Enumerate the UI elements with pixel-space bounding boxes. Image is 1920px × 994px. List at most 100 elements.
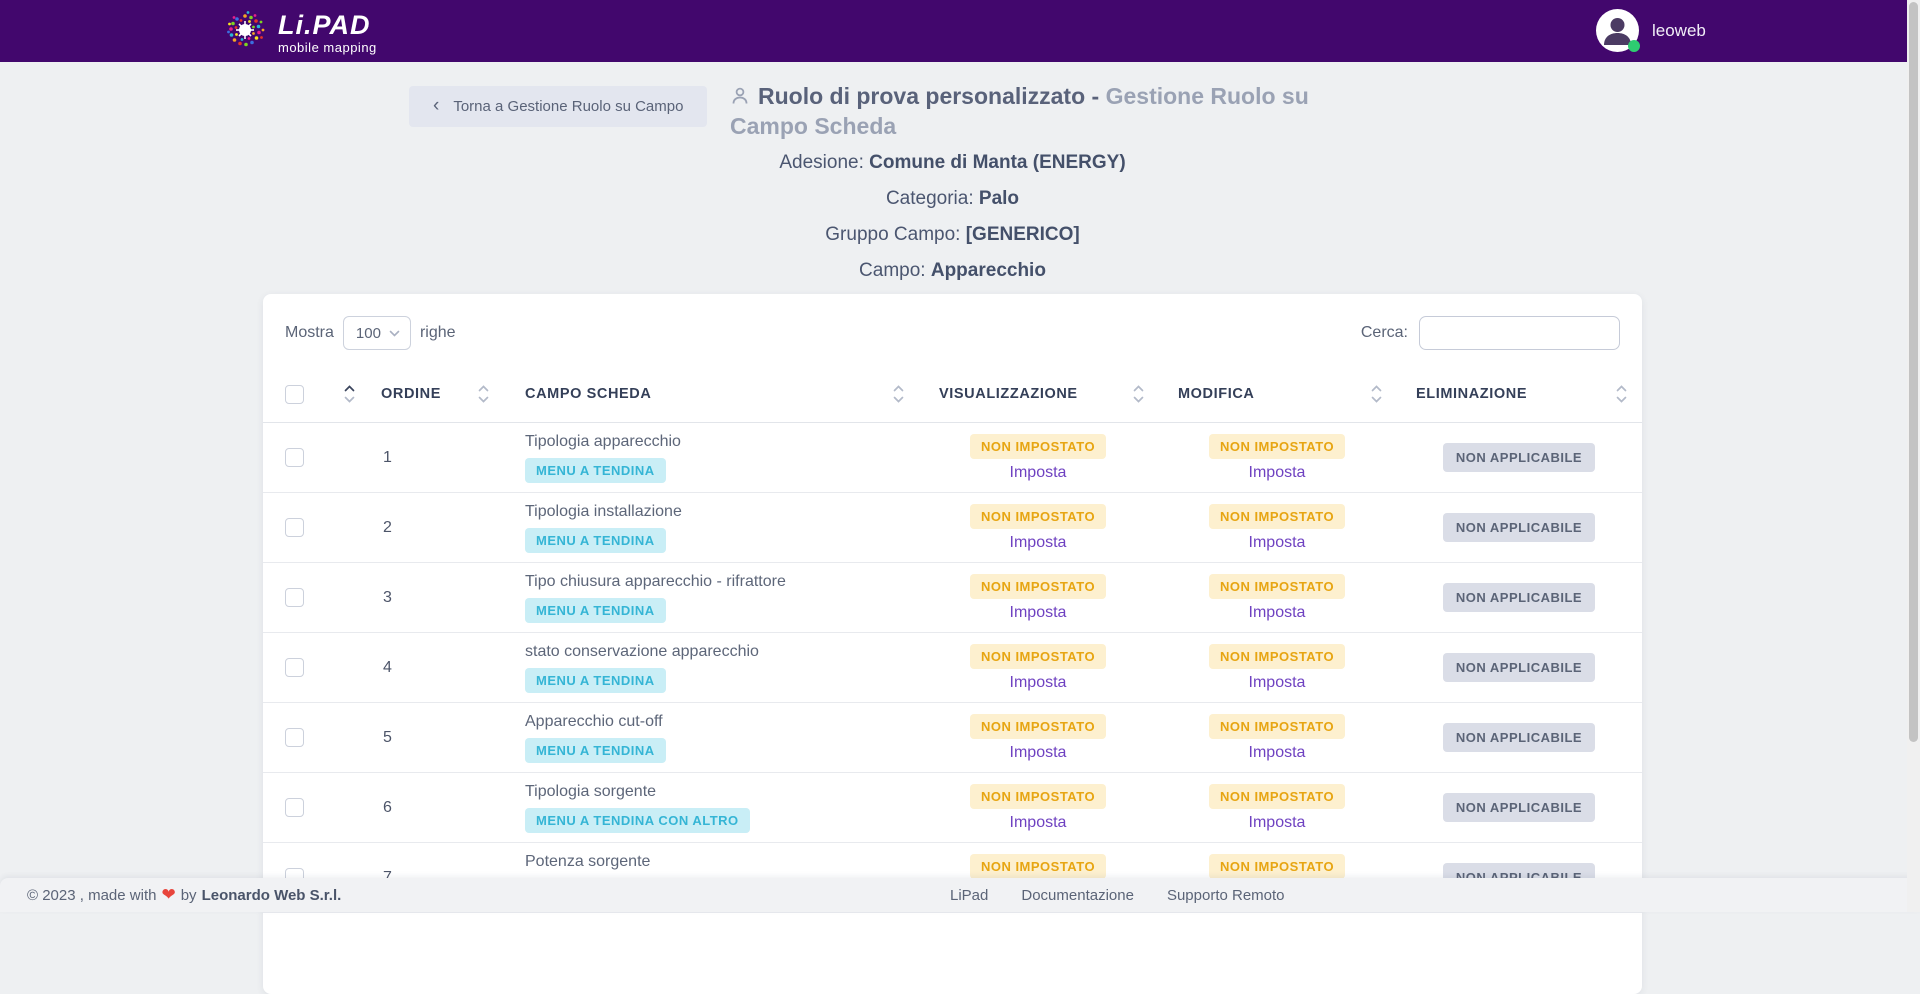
meta-adesione: Adesione: Comune di Manta (ENERGY) — [263, 152, 1642, 174]
sort-control[interactable] — [1371, 385, 1382, 403]
modifica-status-badge: NON IMPOSTATO — [1209, 854, 1345, 879]
search-control: Cerca: — [1361, 316, 1620, 350]
col-modifica[interactable]: MODIFICA — [1178, 386, 1255, 402]
sort-control[interactable] — [344, 385, 355, 403]
ordine-cell: 5 — [363, 703, 503, 773]
search-input[interactable] — [1419, 316, 1620, 350]
ordine-cell: 4 — [363, 633, 503, 703]
row-checkbox[interactable] — [285, 728, 304, 747]
campo-name: Tipologia sorgente — [525, 783, 918, 801]
visualizzazione-status-badge: NON IMPOSTATO — [970, 574, 1106, 599]
chevron-left-icon: ‹ — [433, 96, 439, 115]
footer-link-supporto-remoto[interactable]: Supporto Remoto — [1167, 887, 1285, 904]
visualizzazione-status-badge: NON IMPOSTATO — [970, 784, 1106, 809]
show-label: Mostra — [285, 324, 334, 342]
eliminazione-status-badge: NON APPLICABILE — [1443, 513, 1595, 542]
modifica-status-badge: NON IMPOSTATO — [1209, 574, 1345, 599]
imposta-link[interactable]: Imposta — [1249, 604, 1306, 622]
footer: © 2023 , made with ❤ by Leonardo Web S.r… — [0, 878, 1920, 912]
vertical-scrollbar[interactable] — [1907, 0, 1920, 912]
table-row: 4 stato conservazione apparecchio MENU A… — [263, 633, 1642, 703]
app-logo[interactable]: Li.PAD mobile mapping — [222, 7, 377, 59]
footer-copyright: © 2023 , made with ❤ by Leonardo Web S.r… — [27, 887, 341, 904]
page-size-control: Mostra 100 righe — [285, 316, 456, 350]
page-title: Ruolo di prova personalizzato - Gestione… — [730, 82, 1378, 140]
row-checkbox[interactable] — [285, 658, 304, 677]
row-checkbox[interactable] — [285, 588, 304, 607]
footer-company: Leonardo Web S.r.l. — [202, 887, 342, 904]
imposta-link[interactable]: Imposta — [1249, 814, 1306, 832]
logo-subtitle: mobile mapping — [278, 41, 377, 54]
col-campo-scheda[interactable]: CAMPO SCHEDA — [525, 386, 651, 402]
imposta-link[interactable]: Imposta — [1249, 534, 1306, 552]
table-row: 1 Tipologia apparecchio MENU A TENDINA N… — [263, 423, 1642, 493]
sort-control[interactable] — [1616, 385, 1627, 403]
eliminazione-status-badge: NON APPLICABILE — [1443, 443, 1595, 472]
row-checkbox[interactable] — [285, 798, 304, 817]
scrollbar-thumb[interactable] — [1909, 2, 1918, 742]
imposta-link[interactable]: Imposta — [1010, 604, 1067, 622]
footer-link-documentazione[interactable]: Documentazione — [1021, 887, 1134, 904]
page-title-strong: Ruolo di prova personalizzato - — [758, 83, 1099, 109]
campo-name: Potenza sorgente — [525, 853, 918, 871]
rows-label: righe — [420, 324, 456, 342]
logo-starburst-icon — [222, 7, 269, 59]
user-role-icon — [730, 84, 750, 112]
visualizzazione-status-badge: NON IMPOSTATO — [970, 854, 1106, 879]
modifica-status-badge: NON IMPOSTATO — [1209, 714, 1345, 739]
campo-tipo-badge: MENU A TENDINA — [525, 668, 666, 693]
imposta-link[interactable]: Imposta — [1249, 464, 1306, 482]
context-meta: Adesione: Comune di Manta (ENERGY) Categ… — [263, 152, 1642, 296]
user-menu[interactable]: leoweb — [1596, 9, 1706, 52]
back-button[interactable]: ‹ Torna a Gestione Ruolo su Campo — [409, 86, 707, 127]
visualizzazione-status-badge: NON IMPOSTATO — [970, 434, 1106, 459]
campo-name: Apparecchio cut-off — [525, 713, 918, 731]
row-checkbox[interactable] — [285, 448, 304, 467]
sort-desc-icon — [344, 396, 355, 403]
imposta-link[interactable]: Imposta — [1010, 534, 1067, 552]
col-visualizzazione[interactable]: VISUALIZZAZIONE — [939, 386, 1078, 402]
col-eliminazione[interactable]: ELIMINAZIONE — [1416, 386, 1527, 402]
select-all-checkbox[interactable] — [285, 385, 304, 404]
meta-categoria: Categoria: Palo — [263, 188, 1642, 210]
table-row: 2 Tipologia installazione MENU A TENDINA… — [263, 493, 1642, 563]
table-row: 6 Tipologia sorgente MENU A TENDINA CON … — [263, 773, 1642, 843]
eliminazione-status-badge: NON APPLICABILE — [1443, 723, 1595, 752]
visualizzazione-status-badge: NON IMPOSTATO — [970, 504, 1106, 529]
logo-title: Li.PAD — [278, 12, 377, 39]
page-size-select[interactable]: 100 — [343, 316, 411, 350]
imposta-link[interactable]: Imposta — [1249, 744, 1306, 762]
visualizzazione-status-badge: NON IMPOSTATO — [970, 714, 1106, 739]
modifica-status-badge: NON IMPOSTATO — [1209, 644, 1345, 669]
imposta-link[interactable]: Imposta — [1010, 744, 1067, 762]
campo-name: Tipo chiusura apparecchio - rifrattore — [525, 573, 918, 591]
ordine-cell: 2 — [363, 493, 503, 563]
campo-tipo-badge: MENU A TENDINA CON ALTRO — [525, 808, 750, 833]
footer-link-lipad[interactable]: LiPad — [950, 887, 988, 904]
sort-control[interactable] — [1133, 385, 1144, 403]
online-status-dot — [1628, 40, 1640, 52]
campo-name: Tipologia apparecchio — [525, 433, 918, 451]
table-row: 3 Tipo chiusura apparecchio - rifrattore… — [263, 563, 1642, 633]
modifica-status-badge: NON IMPOSTATO — [1209, 504, 1345, 529]
table-header-row: ORDINE CAMPO SCHEDA — [263, 366, 1642, 423]
campo-name: Tipologia installazione — [525, 503, 918, 521]
campo-tipo-badge: MENU A TENDINA — [525, 528, 666, 553]
table-row: 5 Apparecchio cut-off MENU A TENDINA NON… — [263, 703, 1642, 773]
imposta-link[interactable]: Imposta — [1010, 464, 1067, 482]
imposta-link[interactable]: Imposta — [1010, 814, 1067, 832]
col-ordine[interactable]: ORDINE — [381, 386, 441, 402]
sort-control[interactable] — [478, 385, 489, 403]
avatar[interactable] — [1596, 9, 1639, 52]
sort-control[interactable] — [893, 385, 904, 403]
sort-asc-icon — [344, 385, 355, 392]
campo-name: stato conservazione apparecchio — [525, 643, 918, 661]
row-checkbox[interactable] — [285, 518, 304, 537]
meta-campo: Campo: Apparecchio — [263, 260, 1642, 282]
heart-icon: ❤ — [161, 886, 175, 903]
top-bar: Li.PAD mobile mapping leoweb — [0, 0, 1920, 62]
search-label: Cerca: — [1361, 324, 1408, 342]
imposta-link[interactable]: Imposta — [1249, 674, 1306, 692]
imposta-link[interactable]: Imposta — [1010, 674, 1067, 692]
campo-tipo-badge: MENU A TENDINA — [525, 598, 666, 623]
